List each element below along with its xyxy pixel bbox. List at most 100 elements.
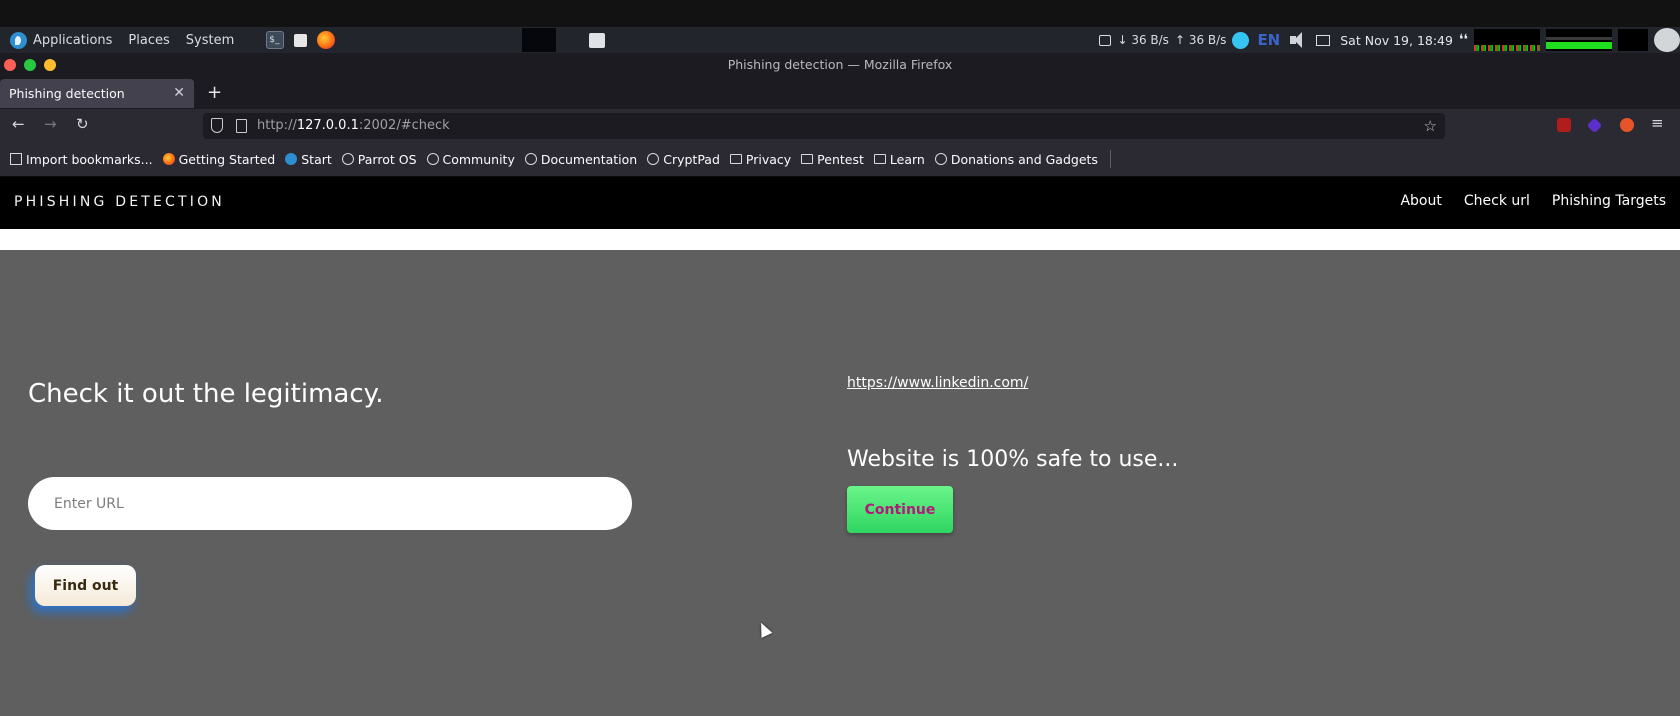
minimize-window-icon[interactable] — [44, 59, 56, 71]
ublock-origin-icon[interactable] — [1557, 118, 1571, 132]
bookmark-label: CryptPad — [663, 151, 720, 167]
net-up-value: 36 B/s — [1188, 33, 1227, 47]
url-text[interactable]: http://127.0.0.1:2002/#check — [257, 113, 450, 139]
url-scheme: http:// — [257, 118, 297, 133]
clock[interactable]: Sat Nov 19, 18:49 — [1340, 33, 1453, 48]
tab-bar: Phishing detection ✕ + — [0, 76, 1680, 109]
bookmark-label: Learn — [889, 151, 925, 167]
tab-title: Phishing detection — [9, 86, 125, 101]
bookmark-label: Start — [301, 151, 332, 167]
bookmark-donations[interactable]: Donations and Gadgets — [934, 151, 1098, 167]
foxyproxy-icon[interactable] — [1620, 118, 1634, 132]
reload-icon[interactable]: ↻ — [76, 115, 89, 133]
bookmark-label: Import bookmarks... — [26, 151, 153, 167]
swap-graph — [1618, 29, 1648, 51]
back-icon[interactable]: ← — [12, 115, 25, 133]
address-bar[interactable]: http://127.0.0.1:2002/#check ☆ — [203, 113, 1445, 139]
nav-link-phishing-targets[interactable]: Phishing Targets — [1552, 193, 1666, 209]
folder-icon — [729, 154, 742, 164]
page-viewport: PHISHING DETECTION About Check url Phish… — [0, 177, 1680, 716]
import-icon — [10, 153, 22, 165]
system-panel: Applications Places System $_ ↓ 36 B/s ↑… — [0, 27, 1680, 53]
find-out-button[interactable]: Find out — [35, 565, 136, 606]
bookmark-star-icon[interactable]: ☆ — [1424, 113, 1437, 139]
bookmark-folder-learn[interactable]: Learn — [873, 151, 925, 167]
bookmark-folder-pentest[interactable]: Pentest — [801, 152, 864, 167]
memory-graph — [1546, 29, 1612, 51]
bookmark-getting-started[interactable]: Getting Started — [162, 151, 276, 167]
section-divider-band — [0, 229, 1680, 250]
close-tab-icon[interactable]: ✕ — [173, 79, 185, 108]
bookmark-start[interactable]: Start — [285, 152, 332, 167]
page-info-icon[interactable] — [236, 119, 247, 133]
system-tray: ↓ 36 B/s ↑ 36 B/s EN Sat Nov 19, 18:49 ❛… — [1099, 27, 1680, 53]
system-menu[interactable]: System — [186, 33, 234, 48]
globe-icon — [524, 153, 537, 165]
mouse-cursor-icon — [755, 620, 773, 638]
bookmark-label: Parrot OS — [357, 151, 417, 167]
globe-icon — [647, 153, 660, 165]
site-navbar: PHISHING DETECTION About Check url Phish… — [0, 177, 1680, 229]
terminal-launcher-icon[interactable]: $_ — [266, 31, 285, 49]
check-heading: Check it out the legitimacy. — [28, 379, 384, 409]
top-black-strip — [0, 0, 1680, 27]
url-input[interactable] — [28, 477, 632, 530]
applications-menu-label: Applications — [33, 32, 113, 48]
net-down-rate: ↓ 36 B/s — [1117, 33, 1169, 47]
privacy-badger-icon[interactable] — [1586, 117, 1603, 134]
bookmark-label: Documentation — [540, 151, 638, 167]
bookmark-import[interactable]: Import bookmarks... — [10, 152, 153, 167]
site-brand[interactable]: PHISHING DETECTION — [14, 194, 225, 210]
bookmark-label: Pentest — [817, 151, 864, 167]
hamburger-menu-icon[interactable]: ≡ — [1651, 114, 1664, 132]
continue-button[interactable]: Continue — [847, 486, 953, 533]
navigation-toolbar: ← → ↻ http://127.0.0.1:2002/#check ☆ ≡ — [0, 109, 1680, 142]
net-down-value: 36 B/s — [1131, 33, 1169, 47]
places-menu[interactable]: Places — [128, 33, 169, 48]
nav-link-about[interactable]: About — [1400, 193, 1441, 209]
bookmark-documentation[interactable]: Documentation — [524, 151, 638, 167]
firefox-icon — [162, 153, 175, 165]
site-nav-links: About Check url Phishing Targets — [1400, 193, 1666, 209]
parrot-icon — [285, 153, 298, 165]
forward-icon[interactable]: → — [44, 115, 57, 133]
window-titlebar: Phishing detection — Mozilla Firefox — [0, 53, 1680, 76]
maximize-window-icon[interactable] — [24, 59, 36, 71]
power-icon[interactable] — [1232, 31, 1250, 49]
bookmarks-toolbar: Import bookmarks... Getting Started Star… — [0, 142, 1680, 177]
bookmark-label: Getting Started — [178, 151, 276, 167]
bookmark-label: Donations and Gadgets — [950, 151, 1098, 167]
tab-phishing-detection[interactable]: Phishing detection ✕ — [0, 79, 194, 108]
bookmark-folder-privacy[interactable]: Privacy — [729, 152, 791, 167]
url-path: :2002/#check — [358, 118, 450, 133]
cpu-graph — [1474, 29, 1540, 51]
parrot-logo-icon — [10, 31, 27, 49]
display-icon[interactable] — [1316, 34, 1331, 46]
checked-url-link[interactable]: https://www.linkedin.com/ — [847, 375, 1028, 391]
applications-menu[interactable]: Applications — [10, 31, 113, 49]
taskbar-app-icon[interactable] — [589, 33, 605, 48]
new-tab-button[interactable]: + — [207, 82, 222, 103]
bookmark-label: Community — [442, 151, 515, 167]
firefox-launcher-icon[interactable] — [317, 31, 336, 49]
globe-icon — [341, 153, 354, 165]
window-controls — [4, 59, 56, 71]
weather-icon: ❛❛ — [1458, 32, 1468, 48]
volume-icon[interactable] — [1288, 31, 1310, 49]
keyboard-layout[interactable]: EN — [1257, 31, 1280, 49]
globe-icon — [426, 153, 439, 165]
net-up-rate: ↑ 36 B/s — [1174, 33, 1227, 47]
folder-icon — [801, 154, 814, 164]
taskbar-window-thumb[interactable] — [522, 28, 556, 52]
bookmark-community[interactable]: Community — [426, 151, 515, 167]
verdict-text: Website is 100% safe to use... — [847, 447, 1179, 472]
close-window-icon[interactable] — [4, 59, 16, 71]
notes-launcher-icon[interactable] — [294, 33, 308, 47]
screenshot-icon[interactable] — [1654, 28, 1680, 52]
bookmark-cryptpad[interactable]: CryptPad — [647, 152, 720, 167]
url-host: 127.0.0.1 — [296, 118, 359, 133]
tracking-protection-icon[interactable] — [211, 118, 223, 133]
places-menu-label: Places — [128, 32, 170, 48]
bookmark-parrot-os[interactable]: Parrot OS — [341, 151, 417, 167]
nav-link-check-url[interactable]: Check url — [1464, 193, 1530, 209]
